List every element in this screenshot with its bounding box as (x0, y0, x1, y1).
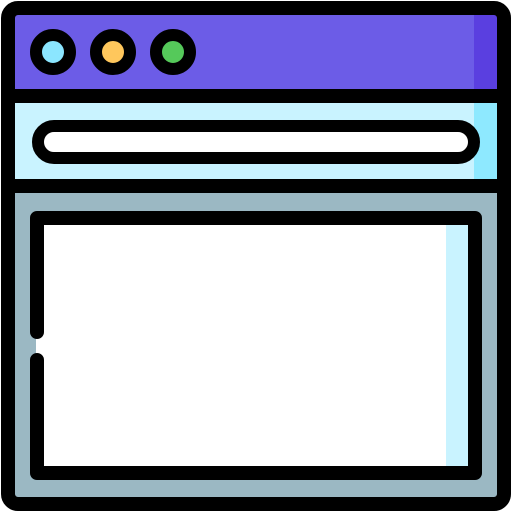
traffic-lights (30, 29, 196, 75)
browser-window-icon-graphic (1, 1, 511, 511)
content-panel (36, 216, 476, 474)
title-bar-shade (474, 14, 498, 96)
maximize-button[interactable] (150, 29, 196, 75)
browser-window-icon (0, 0, 512, 512)
address-field[interactable] (32, 120, 480, 164)
minimize-button[interactable] (90, 29, 136, 75)
title-bar (8, 8, 504, 96)
close-button[interactable] (30, 29, 76, 75)
content-panel-fill (36, 216, 476, 474)
